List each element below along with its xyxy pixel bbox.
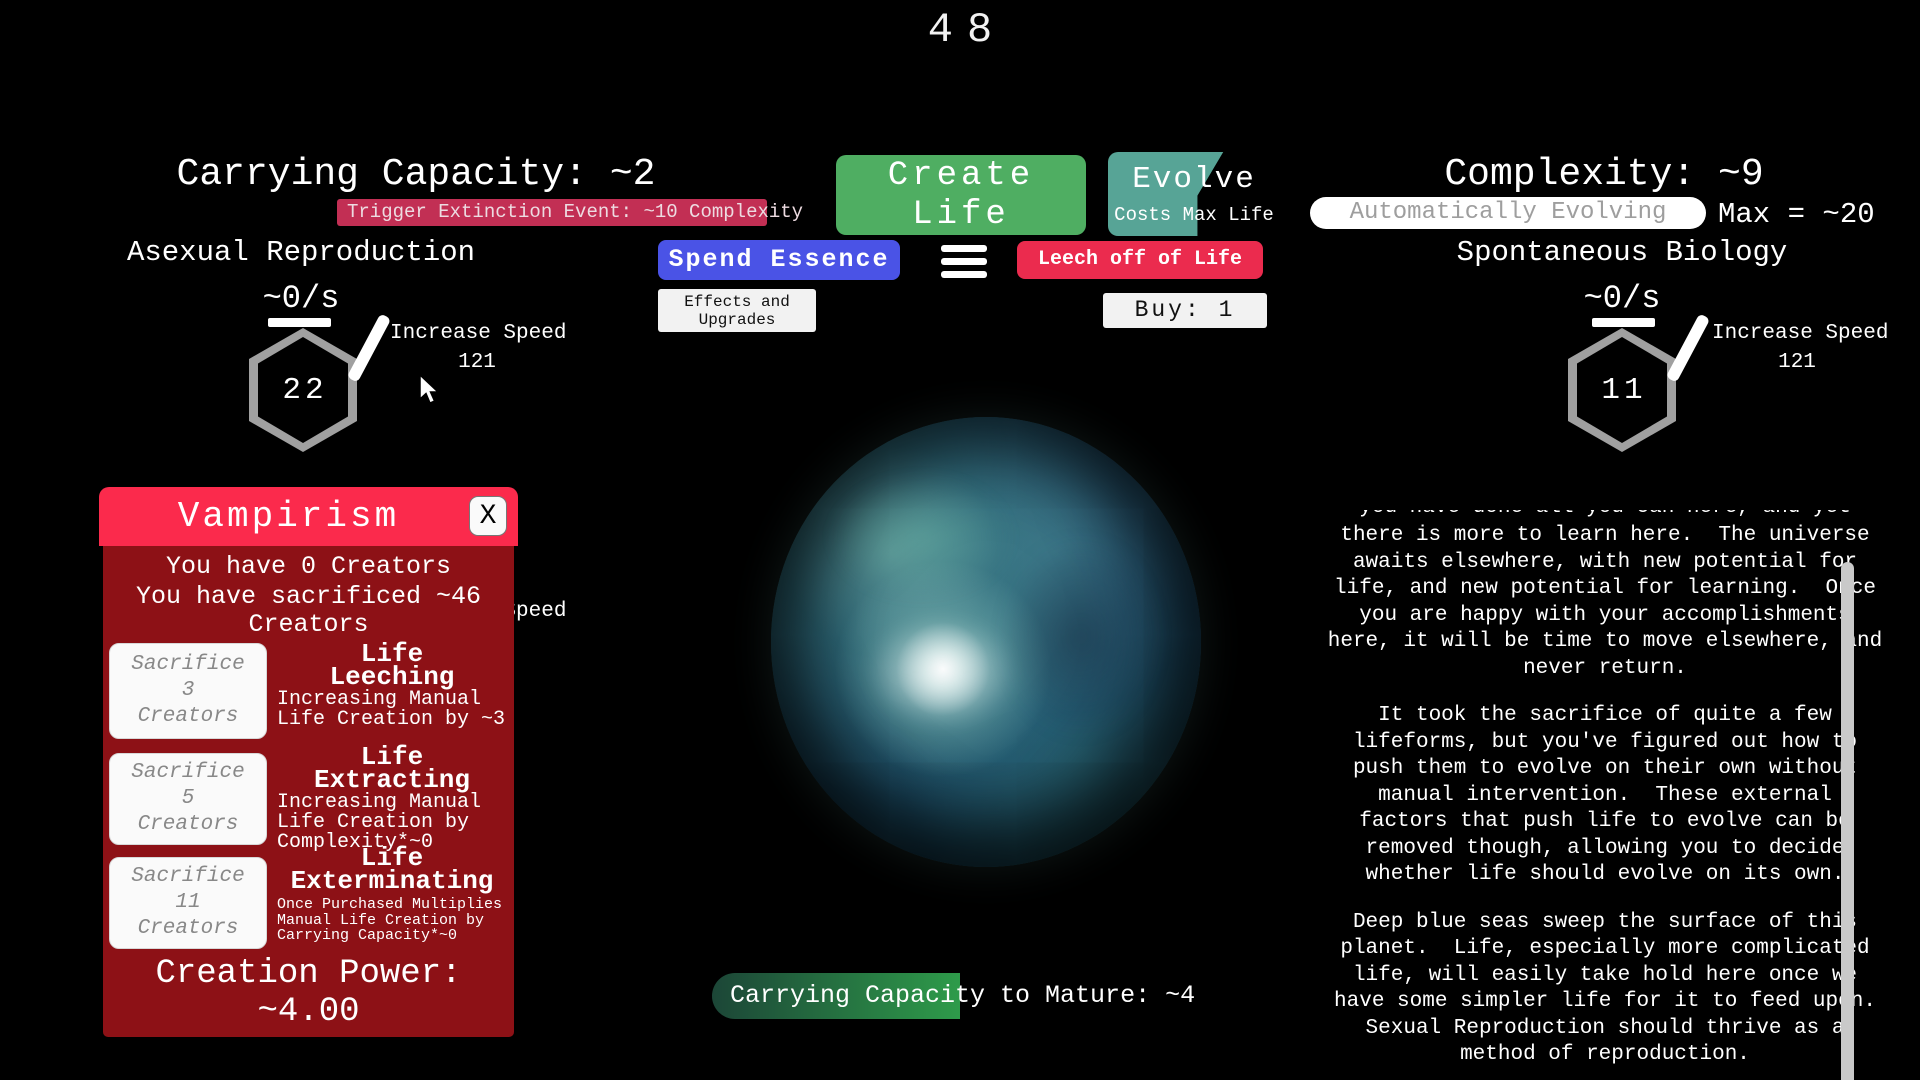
scrollbar-thumb[interactable] xyxy=(1841,562,1854,1080)
vampirism-panel: Vampirism X You have 0 Creators You have… xyxy=(99,487,518,1037)
auto-evolving-toggle[interactable]: Automatically Evolving xyxy=(1310,197,1706,229)
spontaneous-hex-value: 11 xyxy=(1568,328,1676,452)
life-exterminating-name: Life Exterminating xyxy=(277,847,507,893)
mouse-cursor-icon xyxy=(417,374,441,411)
planet-image xyxy=(771,417,1201,867)
buy-amount-button[interactable]: Buy: 1 xyxy=(1103,293,1267,328)
asexual-reproduction-title: Asexual Reproduction xyxy=(127,236,475,269)
essence-counter: 48 xyxy=(0,6,1920,54)
sacrifice-11-button[interactable]: Sacrifice 11 Creators xyxy=(109,857,267,949)
hamburger-bar xyxy=(941,271,987,278)
life-leeching-name: Life Leeching xyxy=(277,643,507,689)
maturity-progress-label: Carrying Capacity to Mature: ~4 xyxy=(730,973,1195,1019)
increase-speed-left-cost: 121 xyxy=(458,351,496,374)
spend-essence-button[interactable]: Spend Essence xyxy=(658,240,900,280)
evolve-button[interactable]: Evolve Costs Max Life xyxy=(1108,152,1280,236)
creators-count-label: You have 0 Creators xyxy=(99,553,518,581)
maturity-progress-bar: Carrying Capacity to Mature: ~4 xyxy=(712,973,1220,1019)
life-exterminating-desc: Once Purchased Multiplies Manual Life Cr… xyxy=(277,897,509,944)
complexity-max-label: Max = ~20 xyxy=(1718,198,1875,231)
evolve-cost-label: Costs Max Life xyxy=(1108,204,1280,226)
carrying-capacity-label: Carrying Capacity: ~2 xyxy=(177,153,656,196)
lore-paragraph: It took the sacrifice of quite a few lif… xyxy=(1322,703,1888,889)
complexity-label: Complexity: ~9 xyxy=(1444,153,1763,196)
planet-lore-text: you have done all you can here, and yet … xyxy=(1322,510,1888,1080)
game-screen: 48 Carrying Capacity: ~2 Trigger Extinct… xyxy=(0,0,1920,1080)
creation-power-label: Creation Power: ~4.00 xyxy=(99,955,518,1031)
spontaneous-rate: ~0/s xyxy=(1584,280,1661,317)
spontaneous-progress-bar xyxy=(1592,318,1655,327)
clipped-text-line: you have done all you can here, and yet xyxy=(1322,510,1888,523)
vampirism-title: Vampirism xyxy=(99,487,478,546)
hamburger-bar xyxy=(941,258,987,265)
lore-paragraph: Deep blue seas sweep the surface of this… xyxy=(1322,910,1888,1069)
planet-glow-spot xyxy=(866,617,1016,727)
planet-cloud-patch xyxy=(831,477,1011,597)
sacrifice-5-button[interactable]: Sacrifice 5 Creators xyxy=(109,753,267,845)
creators-sacrificed-label: You have sacrificed ~46 Creators xyxy=(99,583,518,639)
create-life-button[interactable]: Create Life xyxy=(836,155,1086,235)
asexual-hex-value: 22 xyxy=(249,328,357,452)
spontaneous-biology-title: Spontaneous Biology xyxy=(1457,236,1788,269)
increase-speed-right-cost: 121 xyxy=(1778,351,1816,374)
leech-off-life-button[interactable]: Leech off of Life xyxy=(1017,241,1263,279)
trigger-extinction-button[interactable]: Trigger Extinction Event: ~10 Complexity xyxy=(337,199,767,226)
asexual-rate: ~0/s xyxy=(263,280,340,317)
lore-paragraph: there is more to learn here. The univers… xyxy=(1322,523,1888,682)
planet-dark-swirl xyxy=(1001,537,1161,737)
spontaneous-hex-counter[interactable]: 11 xyxy=(1568,328,1676,452)
life-leeching-desc: Increasing Manual Life Creation by ~3 xyxy=(277,690,509,730)
asexual-hex-counter[interactable]: 22 xyxy=(249,328,357,452)
hamburger-bar xyxy=(941,245,987,252)
increase-speed-right[interactable]: Increase Speed xyxy=(1712,322,1888,345)
close-icon[interactable]: X xyxy=(469,496,507,536)
life-extracting-name: Life Extracting xyxy=(277,746,507,792)
effects-upgrades-button[interactable]: Effects and Upgrades xyxy=(658,289,816,332)
evolve-label: Evolve xyxy=(1108,162,1280,197)
increase-speed-left[interactable]: Increase Speed xyxy=(390,322,566,345)
asexual-progress-bar xyxy=(268,318,331,327)
sacrifice-3-button[interactable]: Sacrifice 3 Creators xyxy=(109,643,267,739)
